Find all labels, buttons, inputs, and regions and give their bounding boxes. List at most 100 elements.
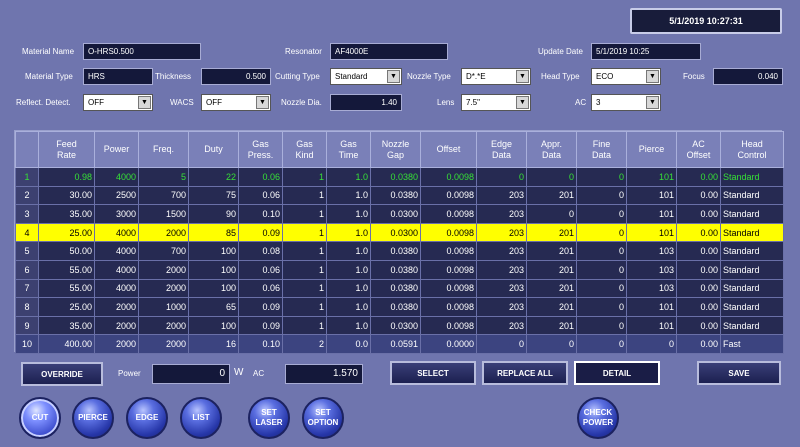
table-cell[interactable]: 0.0380	[370, 241, 421, 261]
table-cell[interactable]: 0.10	[238, 204, 283, 224]
table-cell[interactable]: 0.0098	[420, 315, 477, 336]
table-cell[interactable]: 0.0380	[370, 185, 421, 206]
table-cell[interactable]: Standard	[720, 315, 784, 336]
resonator-field[interactable]: AF4000E	[330, 43, 448, 60]
table-cell[interactable]: 100	[188, 278, 239, 299]
table-cell[interactable]: 1.0	[326, 204, 371, 224]
table-cell[interactable]: 0.0098	[420, 185, 477, 206]
thickness-field[interactable]: 0.500	[201, 68, 271, 85]
table-cell[interactable]: 0	[526, 334, 577, 354]
list-button[interactable]: LIST	[180, 397, 222, 439]
table-cell[interactable]: Standard	[720, 222, 784, 243]
table-cell[interactable]: 203	[476, 222, 527, 243]
table-cell[interactable]: 2000	[138, 334, 189, 354]
table-cell[interactable]: 75	[188, 185, 239, 206]
row-index[interactable]: 9	[15, 315, 39, 336]
table-cell[interactable]: 0.0380	[370, 167, 421, 187]
table-cell[interactable]: 0	[576, 334, 627, 354]
table-row[interactable]: 1 0.98 4000 5 22 0.06 1 1.0 0.0380 0.0098 0 0 0 101 0.…	[15, 167, 784, 187]
table-cell[interactable]: 0.00	[676, 334, 721, 354]
table-cell[interactable]: 4000	[94, 278, 139, 299]
table-cell[interactable]: 0.00	[676, 241, 721, 261]
row-index[interactable]: 4	[15, 222, 39, 243]
table-row[interactable]: 7 55.00 4000 2000 100 0.06 1 1.0 0.0380 0.0098 203…	[15, 278, 784, 299]
table-cell[interactable]: 0.0300	[370, 204, 421, 224]
table-cell[interactable]: 0.0098	[420, 204, 477, 224]
table-cell[interactable]: 700	[138, 185, 189, 206]
table-cell[interactable]: 203	[476, 185, 527, 206]
table-cell[interactable]: 1	[282, 222, 327, 243]
row-index[interactable]: 1	[15, 167, 39, 187]
table-cell[interactable]: 203	[476, 259, 527, 280]
table-cell[interactable]: 0.09	[238, 315, 283, 336]
table-cell[interactable]: 25.00	[38, 222, 95, 243]
table-cell[interactable]: 30.00	[38, 185, 95, 206]
table-cell[interactable]: 0.0300	[370, 222, 421, 243]
table-row[interactable]: 10 400.00 2000 2000 16 0.10 2 0.0 0.0591 0.0000 0 0…	[15, 334, 784, 354]
nozzle-dia-field[interactable]: 1.40	[330, 94, 402, 111]
table-cell[interactable]: 1	[282, 241, 327, 261]
table-cell[interactable]: 0	[576, 241, 627, 261]
table-cell[interactable]: 0	[576, 167, 627, 187]
table-cell[interactable]: 1	[282, 278, 327, 299]
save-button[interactable]: SAVE	[697, 361, 781, 385]
table-cell[interactable]: 0.0	[326, 334, 371, 354]
table-cell[interactable]: 0	[526, 167, 577, 187]
check-power-button[interactable]: CHECK POWER	[577, 397, 619, 439]
table-cell[interactable]: 0.06	[238, 167, 283, 187]
table-cell[interactable]: 0.0380	[370, 278, 421, 299]
table-cell[interactable]: 0.00	[676, 278, 721, 299]
chevron-down-icon[interactable]: ▼	[256, 96, 269, 109]
pierce-button[interactable]: PIERCE	[72, 397, 114, 439]
table-cell[interactable]: 90	[188, 204, 239, 224]
table-row[interactable]: 2 30.00 2500 700 75 0.06 1 1.0 0.0380 0.0098 203 20…	[15, 185, 784, 206]
table-cell[interactable]: 0.00	[676, 222, 721, 243]
table-cell[interactable]: 1	[282, 259, 327, 280]
table-cell[interactable]: 203	[476, 204, 527, 224]
table-cell[interactable]: Standard	[720, 241, 784, 261]
table-cell[interactable]: Standard	[720, 204, 784, 224]
table-cell[interactable]: 0	[476, 167, 527, 187]
table-cell[interactable]: 2000	[138, 259, 189, 280]
table-cell[interactable]: 1.0	[326, 297, 371, 317]
table-cell[interactable]: 201	[526, 259, 577, 280]
table-row[interactable]: 4 25.00 4000 2000 85 0.09 1 1.0 0.0300 0.0098 203 2…	[15, 222, 784, 243]
table-cell[interactable]: 203	[476, 278, 527, 299]
head-type-select[interactable]: ECO ▼	[591, 68, 661, 85]
row-index[interactable]: 7	[15, 278, 39, 299]
table-cell[interactable]: 101	[626, 185, 677, 206]
chevron-down-icon[interactable]: ▼	[387, 70, 400, 83]
table-cell[interactable]: 0.98	[38, 167, 95, 187]
table-cell[interactable]: 0	[576, 259, 627, 280]
row-index[interactable]: 2	[15, 185, 39, 206]
replace-all-button[interactable]: REPLACE ALL	[482, 361, 568, 385]
table-cell[interactable]: 0.10	[238, 334, 283, 354]
table-cell[interactable]: 201	[526, 222, 577, 243]
table-cell[interactable]: 16	[188, 334, 239, 354]
table-cell[interactable]: 100	[188, 315, 239, 336]
table-cell[interactable]: 100	[188, 259, 239, 280]
table-cell[interactable]: 0.0098	[420, 297, 477, 317]
table-cell[interactable]: 4000	[94, 167, 139, 187]
table-cell[interactable]: 0.0098	[420, 259, 477, 280]
table-row[interactable]: 8 25.00 2000 1000 65 0.09 1 1.0 0.0380 0.0098 203 2…	[15, 297, 784, 317]
row-index[interactable]: 10	[15, 334, 39, 354]
table-cell[interactable]: 0.00	[676, 204, 721, 224]
table-cell[interactable]: 0.0098	[420, 241, 477, 261]
update-date-field[interactable]: 5/1/2019 10:25	[591, 43, 701, 60]
table-cell[interactable]: 201	[526, 241, 577, 261]
table-cell[interactable]: 0.00	[676, 259, 721, 280]
table-cell[interactable]: 2500	[94, 185, 139, 206]
table-cell[interactable]: Standard	[720, 297, 784, 317]
chevron-down-icon[interactable]: ▼	[516, 96, 529, 109]
table-cell[interactable]: 0	[576, 315, 627, 336]
table-cell[interactable]: 55.00	[38, 278, 95, 299]
table-cell[interactable]: 1	[282, 204, 327, 224]
table-cell[interactable]: 201	[526, 315, 577, 336]
table-cell[interactable]: 0.0380	[370, 259, 421, 280]
chevron-down-icon[interactable]: ▼	[138, 96, 151, 109]
table-cell[interactable]: 2000	[94, 334, 139, 354]
table-cell[interactable]: 1.0	[326, 185, 371, 206]
power-field[interactable]: 0	[152, 364, 230, 384]
table-cell[interactable]: 1	[282, 315, 327, 336]
